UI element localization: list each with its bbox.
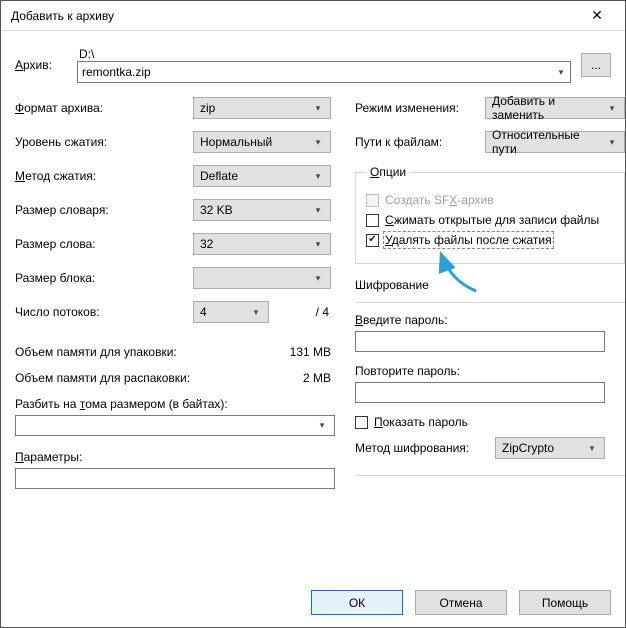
password2-label: Повторите пароль: [355,364,625,378]
enc-method-label: Метод шифрования: [355,441,495,455]
method-label: Метод сжатия: [15,169,193,183]
compress-shared-label: Сжимать открытые для записи файлы [385,213,599,227]
titlebar: Добавить к архиву ✕ [1,1,625,31]
password-label: Введите пароль: [355,313,625,327]
archive-drive: D:\ [77,47,571,61]
dialog-buttons: ОК Отмена Помощь [311,590,611,615]
sfx-checkbox [366,194,379,207]
word-select[interactable]: 32▾ [193,233,331,255]
split-label: Разбить на тома размером (в байтах): [15,397,335,411]
encryption-title: Шифрование [355,278,625,294]
password-input[interactable] [355,331,605,352]
params-label: Параметры: [15,450,335,464]
chevron-down-icon: ▾ [247,303,265,321]
options-legend: Опции [366,165,410,179]
compress-shared-checkbox[interactable] [366,214,379,227]
ok-button[interactable]: ОК [311,590,403,615]
chevron-down-icon: ▾ [309,235,327,253]
chevron-down-icon: ▾ [309,201,327,219]
right-column: Режим изменения: Добавить и заменить▾ Пу… [355,97,625,489]
password2-input[interactable] [355,382,605,403]
dict-select[interactable]: 32 KB▾ [193,199,331,221]
block-select[interactable]: ▾ [193,267,331,289]
threads-total: / 4 [316,305,329,319]
level-select[interactable]: Нормальный▾ [193,131,331,153]
archive-row: Архив: D:\ ▾ ... [15,47,611,83]
paths-label: Пути к файлам: [355,135,485,149]
options-group: Опции Создать SFX-архив Сжимать открытые… [355,165,625,264]
archive-name-input[interactable] [77,61,571,83]
left-column: Формат архива: zip▾ Уровень сжатия: Норм… [15,97,335,489]
close-icon[interactable]: ✕ [577,2,617,30]
delete-after-checkbox[interactable] [366,234,379,247]
browse-button[interactable]: ... [581,53,611,77]
chevron-down-icon: ▾ [309,99,327,117]
divider [355,475,625,476]
threads-label: Число потоков: [15,305,193,319]
show-password-checkbox[interactable] [355,416,368,429]
params-input[interactable] [15,468,335,489]
split-size-input[interactable] [15,415,335,436]
enc-method-select[interactable]: ZipCrypto▾ [495,437,605,459]
sfx-label: Создать SFX-архив [385,193,494,207]
mem-unpack-value: 2 MB [303,371,335,385]
threads-select[interactable]: 4▾ [193,301,269,323]
method-select[interactable]: Deflate▾ [193,165,331,187]
dialog-content: Архив: D:\ ▾ ... Формат архива: zip▾ Уро… [1,31,625,489]
show-password-label: Показать пароль [374,415,468,429]
mem-pack-value: 131 MB [290,345,335,359]
window-title: Добавить к архиву [11,9,577,23]
delete-after-label: Удалять файлы после сжатия [385,233,552,247]
paths-select[interactable]: Относительные пути▾ [485,131,625,153]
cancel-button[interactable]: Отмена [415,590,507,615]
divider [355,302,625,303]
update-mode-label: Режим изменения: [355,101,485,115]
mem-unpack-label: Объем памяти для распаковки: [15,371,190,385]
chevron-down-icon: ▾ [309,269,327,287]
help-button[interactable]: Помощь [519,590,611,615]
word-label: Размер слова: [15,237,193,251]
chevron-down-icon: ▾ [309,167,327,185]
chevron-down-icon: ▾ [583,439,601,457]
block-label: Размер блока: [15,271,193,285]
mem-pack-label: Объем памяти для упаковки: [15,345,177,359]
archive-label: Архив: [15,58,77,72]
dict-label: Размер словаря: [15,203,193,217]
format-select[interactable]: zip▾ [193,97,331,119]
level-label: Уровень сжатия: [15,135,193,149]
format-label: Формат архива: [15,101,193,115]
chevron-down-icon: ▾ [309,133,327,151]
update-mode-select[interactable]: Добавить и заменить▾ [485,97,625,119]
